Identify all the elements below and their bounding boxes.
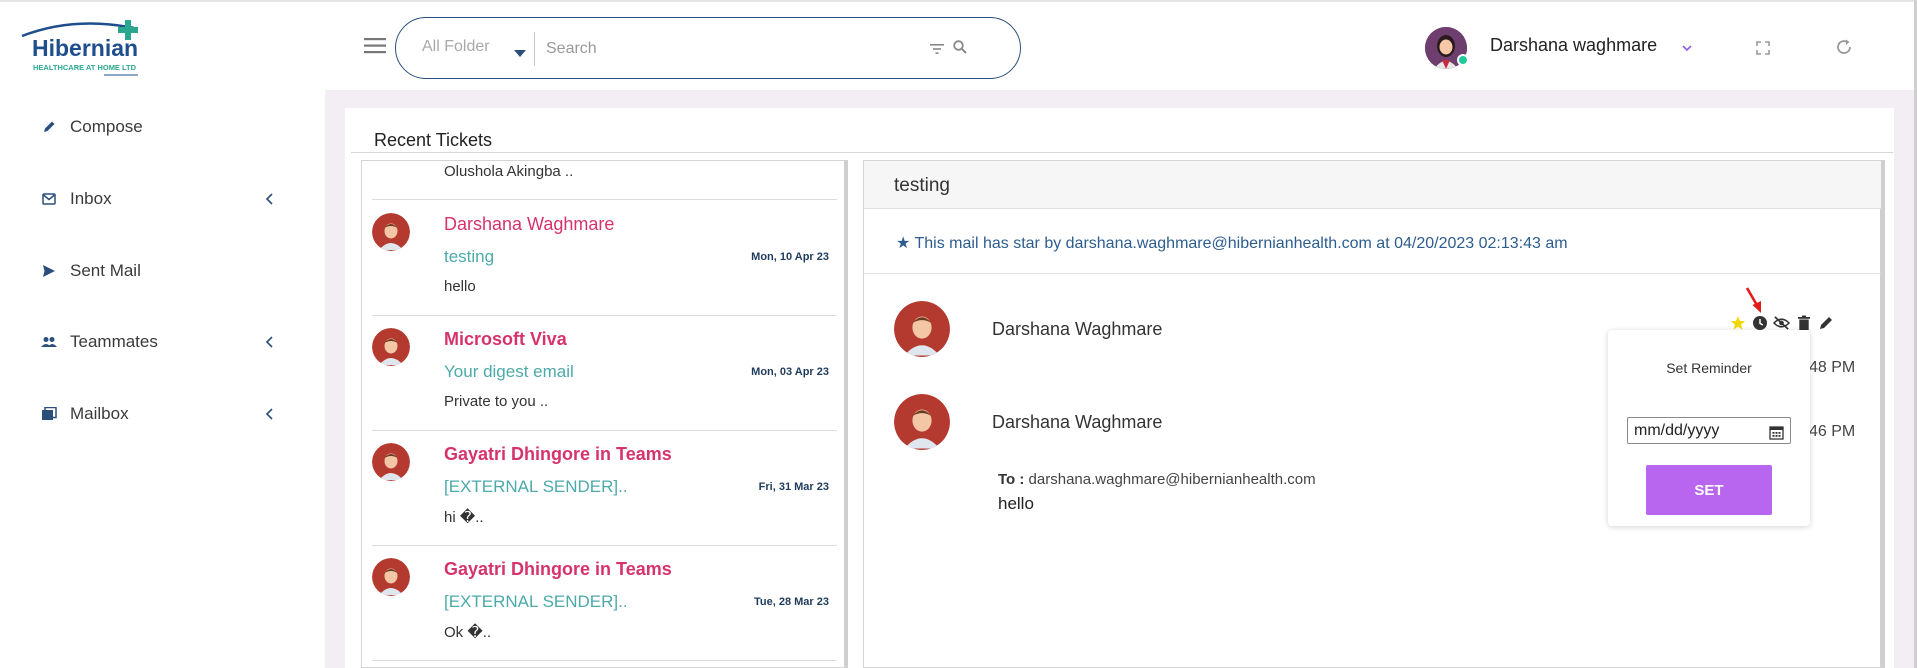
ticket-sender: Gayatri Dhingore in Teams	[444, 444, 672, 464]
ticket-item[interactable]: Microsoft Viva Your digest email Mon, 03…	[362, 316, 844, 431]
clock-reminder-icon[interactable]	[1751, 314, 1768, 331]
set-reminder-button[interactable]: SET	[1646, 465, 1772, 515]
ticket-subject: Your digest email	[444, 362, 574, 381]
search-divider	[534, 32, 535, 66]
avatar	[372, 213, 410, 251]
hamburger-menu-icon[interactable]	[363, 36, 387, 56]
ticket-item[interactable]: Gayatri Dhingore in Teams [EXTERNAL SEND…	[362, 546, 844, 661]
svg-text:HEALTHCARE AT HOME LTD: HEALTHCARE AT HOME LTD	[33, 63, 137, 72]
to-label: To :	[998, 471, 1025, 488]
avatar	[372, 443, 410, 481]
svg-text:Hibernian: Hibernian	[32, 35, 138, 61]
ticket-date: Mon, 03 Apr 23	[751, 366, 829, 378]
divider	[372, 660, 837, 661]
message-time: 48 PM	[1809, 359, 1856, 376]
brand-logo[interactable]: Hibernian HEALTHCARE AT HOME LTD	[14, 18, 174, 78]
search-input[interactable]	[546, 32, 926, 66]
ticket-subject: [EXTERNAL SENDER]..	[444, 592, 628, 611]
sidebar-item-label: Sent Mail	[70, 261, 141, 280]
people-icon	[40, 333, 58, 351]
male-avatar-icon	[372, 328, 410, 366]
chevron-left-icon[interactable]	[262, 191, 278, 207]
avatar	[372, 558, 410, 596]
star-note: ★ This mail has star by darshana.waghmar…	[896, 235, 1568, 252]
message-sender: Darshana Waghmare	[992, 319, 1163, 339]
ticket-date: Fri, 31 Mar 23	[758, 481, 829, 493]
message-header: testing	[864, 161, 1881, 209]
sidebar-item-label: Teammates	[70, 332, 158, 351]
chevron-left-icon[interactable]	[262, 334, 278, 350]
divider	[351, 152, 1893, 153]
online-status-dot	[1457, 54, 1469, 66]
male-avatar-icon	[894, 394, 950, 450]
divider	[864, 273, 1881, 274]
ticket-preview: hello	[444, 278, 476, 295]
sidebar-item-compose[interactable]: Compose	[40, 112, 280, 142]
message-time: 46 PM	[1809, 423, 1856, 440]
sidebar-item-inbox[interactable]: Inbox	[40, 184, 280, 214]
message-subject: testing	[894, 175, 950, 196]
red-arrow-annotation-icon	[1745, 287, 1761, 313]
top-header: All Folder Darshana waghmare	[325, 0, 1917, 90]
refresh-icon[interactable]	[1835, 38, 1853, 56]
male-avatar-icon	[894, 301, 950, 357]
reminder-date-input[interactable]: mm/dd/yyyy	[1627, 417, 1791, 444]
ticket-date: Mon, 10 Apr 23	[751, 251, 829, 263]
calendar-icon[interactable]	[1769, 423, 1784, 440]
chevron-down-icon[interactable]	[1680, 41, 1694, 53]
ticket-preview: Private to you ..	[444, 393, 549, 410]
pencil-icon	[40, 118, 58, 136]
ticket-preview: hi �..	[444, 509, 484, 526]
divider	[372, 199, 837, 200]
folder-select[interactable]: All Folder	[422, 38, 490, 56]
male-avatar-icon	[372, 558, 410, 596]
sidebar-item-teammates[interactable]: Teammates	[40, 327, 280, 357]
user-name[interactable]: Darshana waghmare	[1490, 35, 1657, 56]
card-title: Recent Tickets	[374, 130, 493, 150]
ticket-item[interactable]: Gayatri Dhingore in Teams [EXTERNAL SEND…	[362, 431, 844, 546]
search-bar: All Folder	[395, 17, 1021, 79]
ticket-preview-partial[interactable]: Olushola Akingba ..	[444, 163, 573, 180]
sidebar-item-label: Compose	[70, 117, 143, 136]
ticket-date: Tue, 28 Mar 23	[754, 596, 829, 608]
search-icon[interactable]	[952, 39, 968, 55]
male-avatar-icon	[372, 213, 410, 251]
star-icon[interactable]	[1729, 314, 1746, 331]
edit-pencil-icon[interactable]	[1817, 314, 1834, 331]
to-address: darshana.waghmare@hibernianhealth.com	[1028, 471, 1316, 488]
male-avatar-icon	[372, 443, 410, 481]
folders-icon	[40, 405, 58, 423]
filter-icon[interactable]	[928, 41, 946, 57]
send-icon	[40, 262, 58, 280]
hibernian-logo-icon: Hibernian HEALTHCARE AT HOME LTD	[21, 20, 138, 76]
eye-off-icon[interactable]	[1773, 314, 1790, 331]
ticket-sender: Darshana Waghmare	[444, 214, 615, 234]
sidebar-item-label: Mailbox	[70, 404, 129, 423]
ticket-list[interactable]: Olushola Akingba .. Darshana Waghmare te…	[361, 160, 848, 668]
reminder-title: Set Reminder	[1666, 360, 1752, 376]
chevron-left-icon[interactable]	[262, 406, 278, 422]
message-sender: Darshana Waghmare	[992, 412, 1163, 432]
ticket-preview: Ok �..	[444, 624, 492, 641]
ticket-subject: [EXTERNAL SENDER]..	[444, 477, 628, 496]
date-placeholder: mm/dd/yyyy	[1634, 422, 1720, 439]
trash-icon[interactable]	[1795, 314, 1812, 331]
sidebar: Hibernian HEALTHCARE AT HOME LTD Compose…	[0, 0, 325, 668]
set-reminder-popup: Set Reminder mm/dd/yyyy SET	[1608, 330, 1810, 526]
mail-icon	[40, 190, 58, 208]
avatar	[372, 328, 410, 366]
avatar	[894, 394, 950, 450]
message-body: hello	[998, 494, 1034, 513]
ticket-subject: testing	[444, 247, 495, 266]
sidebar-item-label: Inbox	[70, 189, 112, 208]
caret-down-icon[interactable]	[514, 45, 526, 57]
sidebar-item-sent-mail[interactable]: Sent Mail	[40, 256, 280, 286]
message-recipient: To : darshana.waghmare@hibernianhealth.c…	[998, 471, 1316, 488]
ticket-sender: Microsoft Viva	[444, 329, 567, 349]
sidebar-item-mailbox[interactable]: Mailbox	[40, 399, 280, 429]
avatar	[894, 301, 950, 357]
ticket-sender: Gayatri Dhingore in Teams	[444, 559, 672, 579]
fullscreen-icon[interactable]	[1755, 40, 1771, 56]
ticket-item[interactable]: Darshana Waghmare testing Mon, 10 Apr 23…	[362, 201, 844, 316]
